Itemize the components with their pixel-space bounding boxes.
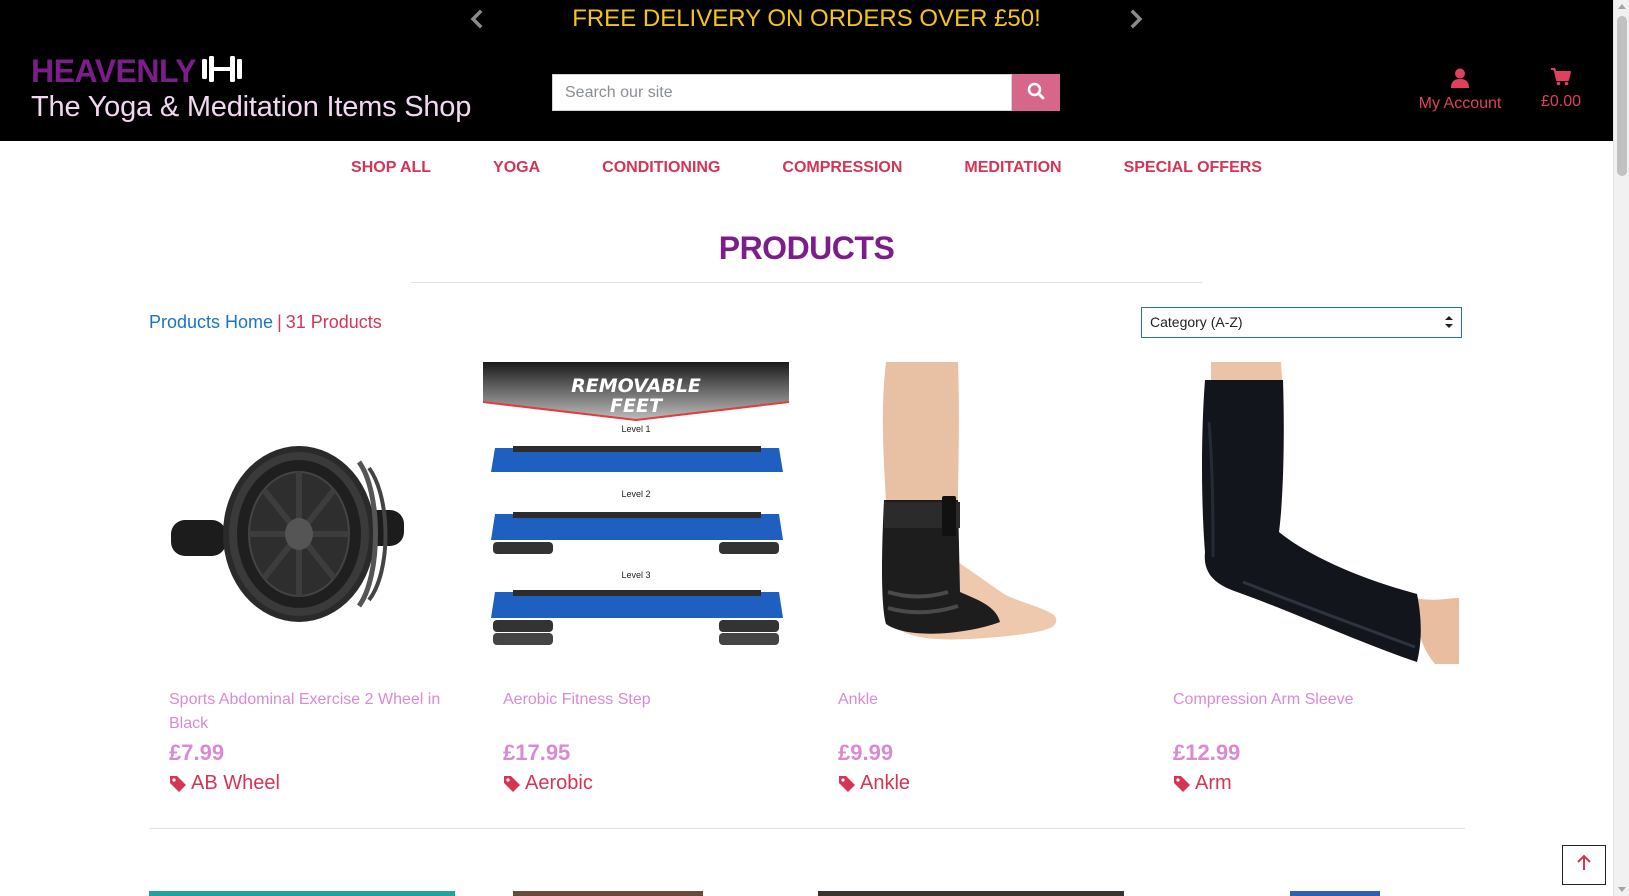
tag-icon — [170, 775, 186, 792]
aerobic-level-3: Level 3 — [621, 570, 650, 580]
product-card: Sports Abdominal Exercise 2 Wheel in Bla… — [149, 362, 455, 794]
scrollbar-thumb[interactable] — [1617, 16, 1627, 176]
cart-total: £0.00 — [1540, 93, 1582, 110]
product-image-partial[interactable] — [149, 891, 455, 896]
aerobic-headline-1: REMOVABLE — [571, 375, 701, 397]
product-image-ankle[interactable] — [818, 362, 1124, 664]
arrow-up-icon — [1577, 854, 1591, 876]
page-title: PRODUCTS — [718, 230, 895, 266]
search-button[interactable] — [1012, 74, 1060, 111]
product-image-aerobic-step[interactable]: REMOVABLE FEET Level 1 Level 2 Level 3 — [483, 362, 789, 664]
grid-divider — [149, 828, 1465, 829]
aerobic-headline-2: FEET — [610, 395, 664, 417]
product-category-label: Ankle — [860, 772, 911, 794]
search-icon — [1027, 82, 1045, 103]
product-name[interactable]: Compression Arm Sleeve — [1173, 688, 1453, 712]
tag-icon — [504, 775, 520, 792]
sort-select[interactable]: Category (A-Z) — [1141, 307, 1462, 338]
aerobic-level-1: Level 1 — [621, 424, 650, 434]
cart-link[interactable]: £0.00 — [1536, 68, 1586, 111]
product-name[interactable]: Sports Abdominal Exercise 2 Wheel in Bla… — [169, 688, 449, 736]
nav-item-yoga[interactable]: YOGA — [493, 159, 540, 177]
tag-icon — [1174, 775, 1190, 792]
my-account-link[interactable]: My Account — [1414, 68, 1506, 113]
product-price: £7.99 — [169, 740, 225, 765]
nav-item-shop-all[interactable]: SHOP ALL — [351, 159, 431, 177]
product-card: Compression Arm Sleeve £12.99 Arm — [1153, 362, 1459, 794]
main-nav: SHOP ALL YOGA CONDITIONING COMPRESSION M… — [0, 141, 1613, 197]
product-image-arm-sleeve[interactable] — [1153, 362, 1459, 664]
scroll-down-icon[interactable] — [1618, 887, 1626, 892]
product-category-link[interactable]: Aerobic — [503, 772, 593, 795]
breadcrumb-separator: | — [277, 312, 282, 332]
logo-brand-text: HEAVENLY — [31, 53, 196, 89]
product-card: REMOVABLE FEET Level 1 Level 2 Level 3 A… — [483, 362, 789, 794]
product-category-label: Arm — [1195, 772, 1232, 794]
dumbbell-icon — [201, 52, 242, 90]
select-caret-icon — [1445, 314, 1453, 330]
products-home-link[interactable]: Products Home — [149, 312, 273, 332]
product-image-ab-wheel[interactable] — [149, 362, 455, 664]
promo-banner: FREE DELIVERY ON ORDERS OVER £50! — [0, 0, 1613, 38]
search-input[interactable] — [552, 74, 1012, 111]
back-to-top-button[interactable] — [1562, 845, 1606, 885]
product-image-partial[interactable] — [1290, 891, 1380, 896]
nav-item-meditation[interactable]: MEDITATION — [964, 159, 1061, 177]
chevron-right-icon[interactable] — [1125, 8, 1147, 30]
scroll-up-icon[interactable] — [1618, 4, 1626, 9]
logo-tagline: The Yoga & Meditation Items Shop — [31, 91, 472, 123]
aerobic-level-2: Level 2 — [621, 489, 650, 499]
product-image-partial[interactable] — [513, 891, 703, 896]
product-price: £17.95 — [503, 740, 571, 765]
product-name[interactable]: Ankle — [838, 688, 1118, 712]
product-category-label: Aerobic — [525, 772, 593, 794]
site-header: FREE DELIVERY ON ORDERS OVER £50! HEAVEN… — [0, 0, 1613, 141]
product-category-link[interactable]: Ankle — [838, 772, 910, 795]
page-scrollbar[interactable] — [1613, 0, 1629, 896]
product-category-label: AB Wheel — [191, 772, 280, 794]
product-category-link[interactable]: AB Wheel — [169, 772, 280, 795]
product-category-link[interactable]: Arm — [1173, 772, 1232, 795]
site-logo[interactable]: HEAVENLY The Yoga & Meditation Items Sho… — [31, 52, 471, 124]
banner-message: FREE DELIVERY ON ORDERS OVER £50! — [572, 5, 1041, 32]
breadcrumb: Products Home | 31 Products — [149, 312, 382, 333]
page: FREE DELIVERY ON ORDERS OVER £50! HEAVEN… — [0, 0, 1613, 896]
product-name[interactable]: Aerobic Fitness Step — [503, 688, 783, 712]
user-icon — [1451, 68, 1469, 92]
nav-item-compression[interactable]: COMPRESSION — [782, 159, 902, 177]
product-price: £9.99 — [838, 740, 894, 765]
sort-selected-value: Category (A-Z) — [1150, 314, 1243, 330]
product-count: 31 Products — [285, 312, 382, 332]
my-account-label: My Account — [1418, 95, 1502, 112]
product-price: £12.99 — [1173, 740, 1241, 765]
product-image-partial[interactable] — [818, 891, 1124, 896]
tag-icon — [839, 775, 855, 792]
nav-item-conditioning[interactable]: CONDITIONING — [602, 159, 720, 177]
product-card: Ankle £9.99 Ankle — [818, 362, 1124, 794]
title-divider — [411, 282, 1202, 283]
nav-item-special-offers[interactable]: SPECIAL OFFERS — [1124, 159, 1262, 177]
shopping-cart-icon — [1551, 68, 1571, 90]
search-form — [552, 74, 1060, 111]
